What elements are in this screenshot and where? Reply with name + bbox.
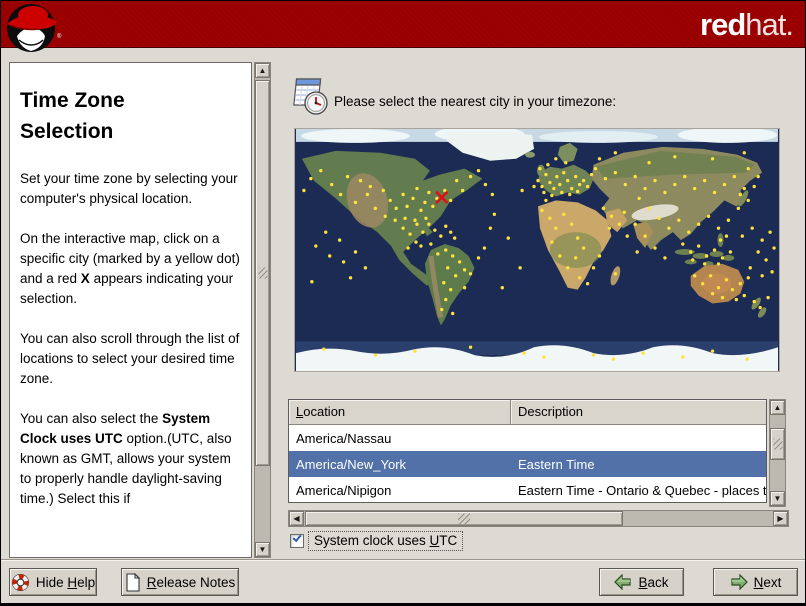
hide-help-label: Hide Help — [35, 574, 96, 590]
checkmark-icon — [292, 532, 302, 543]
help-panel: Time Zone Selection Set your time zone b… — [9, 62, 271, 558]
column-header-description[interactable]: Description — [511, 400, 766, 425]
utc-option-row: System clock uses UTC — [290, 531, 464, 551]
prompt-label: Please select the nearest city in your t… — [334, 94, 617, 109]
world-map[interactable] — [294, 126, 780, 372]
scroll-up-icon[interactable]: ▲ — [255, 63, 270, 78]
installer-window: ® redhat. Time Zone Selection Set your t… — [0, 0, 806, 606]
release-notes-label: Release Notes — [146, 574, 236, 590]
scroll-left-icon[interactable]: ◀ — [289, 511, 304, 526]
timezone-table: Location Description America/Nassau Amer… — [288, 399, 767, 503]
help-paragraph: You can also scroll through the list of … — [20, 331, 240, 386]
table-row[interactable]: America/Nipigon Eastern Time - Ontario &… — [289, 477, 766, 503]
svg-text:®: ® — [57, 33, 62, 40]
utc-checkbox-label[interactable]: System clock uses UTC — [308, 531, 464, 551]
help-text-area: Time Zone Selection Set your time zone b… — [9, 62, 252, 558]
scroll-down-icon[interactable]: ▼ — [255, 542, 270, 557]
scroll-up-icon[interactable]: ▲ — [770, 400, 785, 415]
hide-help-button[interactable]: Hide Help — [9, 568, 97, 596]
scroll-right-icon[interactable]: ▶ — [773, 511, 788, 526]
utc-checkbox[interactable] — [290, 532, 304, 548]
lifebuoy-icon — [11, 573, 29, 591]
redhat-shadowman-icon: ® — [7, 4, 62, 52]
back-label: Back — [638, 574, 669, 590]
back-arrow-icon — [614, 574, 632, 590]
scroll-down-icon[interactable]: ▼ — [770, 491, 785, 506]
document-icon — [126, 572, 140, 592]
footer-bar: Hide Help Release Notes Back Next — [1, 559, 805, 603]
timezone-clock-icon — [293, 78, 328, 115]
next-label: Next — [753, 574, 782, 590]
next-button[interactable]: Next — [713, 568, 798, 596]
wordmark-rest: hat. — [745, 7, 794, 42]
table-horizontal-scrollbar[interactable]: ◀ ▶ — [288, 510, 789, 527]
page-title: Time Zone Selection — [20, 89, 125, 143]
help-paragraph: You can also select the System Clock use… — [20, 411, 232, 506]
table-vertical-scrollbar[interactable]: ▲ ▼ — [769, 399, 786, 507]
title-bar: ® redhat. — [1, 1, 805, 52]
help-scrollbar-thumb[interactable] — [255, 80, 270, 466]
help-paragraph: On the interactive map, click on a speci… — [20, 231, 240, 306]
next-arrow-icon — [731, 574, 748, 590]
table-scrollbar-thumb[interactable] — [770, 428, 785, 460]
redhat-wordmark: redhat. — [700, 7, 794, 43]
table-header: Location Description — [289, 400, 766, 425]
release-notes-button[interactable]: Release Notes — [121, 568, 239, 596]
hscrollbar-thumb[interactable] — [305, 511, 623, 526]
help-scrollbar[interactable]: ▲ ▼ — [254, 62, 271, 558]
table-row[interactable]: America/Nassau — [289, 425, 766, 451]
back-button[interactable]: Back — [599, 568, 684, 596]
table-row[interactable]: America/New_York Eastern Time — [289, 451, 766, 477]
help-paragraph: Set your time zone by selecting your com… — [20, 171, 238, 206]
column-header-location[interactable]: Location — [289, 400, 511, 425]
wordmark-bold: red — [700, 7, 746, 42]
